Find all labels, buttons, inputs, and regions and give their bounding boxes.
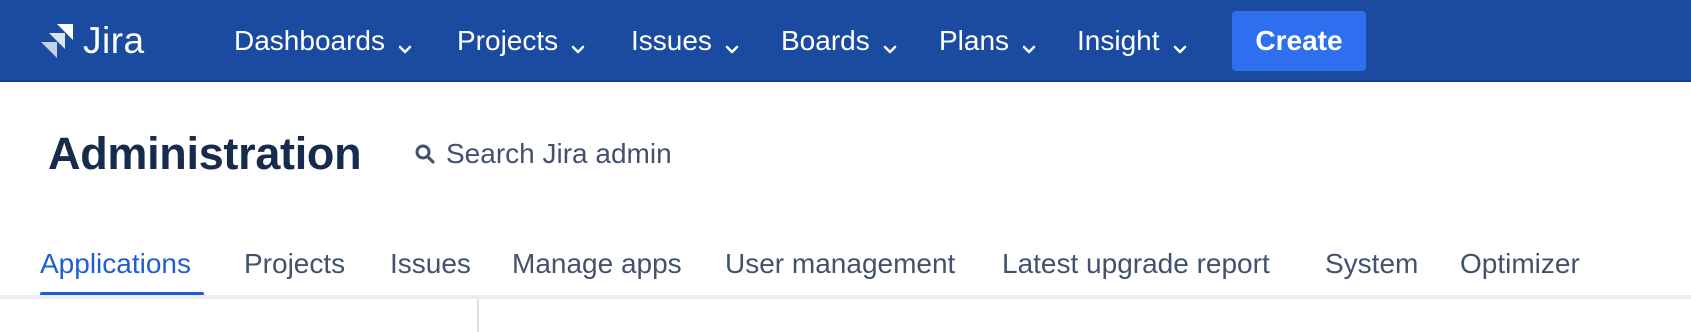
chevron-down-icon bbox=[882, 33, 898, 54]
chevron-down-icon bbox=[570, 33, 586, 54]
nav-dashboards[interactable]: Dashboards bbox=[234, 20, 413, 62]
tab-optimizer[interactable]: Optimizer bbox=[1460, 246, 1580, 282]
sidebar-divider bbox=[477, 299, 479, 332]
chevron-down-icon bbox=[724, 33, 740, 54]
nav-label: Boards bbox=[781, 25, 870, 56]
create-button[interactable]: Create bbox=[1232, 11, 1366, 71]
jira-logo-icon bbox=[40, 23, 74, 59]
nav-insight[interactable]: Insight bbox=[1077, 20, 1188, 62]
chevron-down-icon bbox=[397, 33, 413, 54]
nav-issues[interactable]: Issues bbox=[631, 20, 740, 62]
tab-system[interactable]: System bbox=[1325, 246, 1418, 282]
tab-user-management[interactable]: User management bbox=[725, 246, 955, 282]
tab-issues[interactable]: Issues bbox=[390, 246, 471, 282]
tab-applications[interactable]: Applications bbox=[40, 246, 191, 282]
nav-label: Insight bbox=[1077, 25, 1160, 56]
tabs-divider bbox=[0, 295, 1691, 299]
admin-search[interactable]: Search Jira admin bbox=[414, 136, 672, 172]
nav-label: Plans bbox=[939, 25, 1010, 56]
admin-search-label: Search Jira admin bbox=[446, 138, 672, 169]
nav-label: Dashboards bbox=[234, 25, 385, 56]
nav-label: Projects bbox=[457, 25, 559, 56]
tab-latest-upgrade-report[interactable]: Latest upgrade report bbox=[1002, 246, 1270, 282]
nav-label: Issues bbox=[631, 25, 712, 56]
tab-projects[interactable]: Projects bbox=[244, 246, 345, 282]
search-icon bbox=[414, 143, 436, 165]
admin-tabs: Applications Projects Issues Manage apps… bbox=[0, 238, 1691, 298]
chevron-down-icon bbox=[1021, 33, 1037, 54]
logo-text: Jira bbox=[83, 20, 145, 61]
top-navigation-bar: Jira Dashboards Projects Issues Boards P… bbox=[0, 0, 1691, 82]
nav-plans[interactable]: Plans bbox=[939, 20, 1037, 62]
page-title: Administration bbox=[48, 128, 362, 179]
nav-boards[interactable]: Boards bbox=[781, 20, 898, 62]
nav-projects[interactable]: Projects bbox=[457, 20, 586, 62]
jira-logo[interactable]: Jira bbox=[40, 22, 145, 60]
tab-manage-apps[interactable]: Manage apps bbox=[512, 246, 682, 282]
chevron-down-icon bbox=[1172, 33, 1188, 54]
